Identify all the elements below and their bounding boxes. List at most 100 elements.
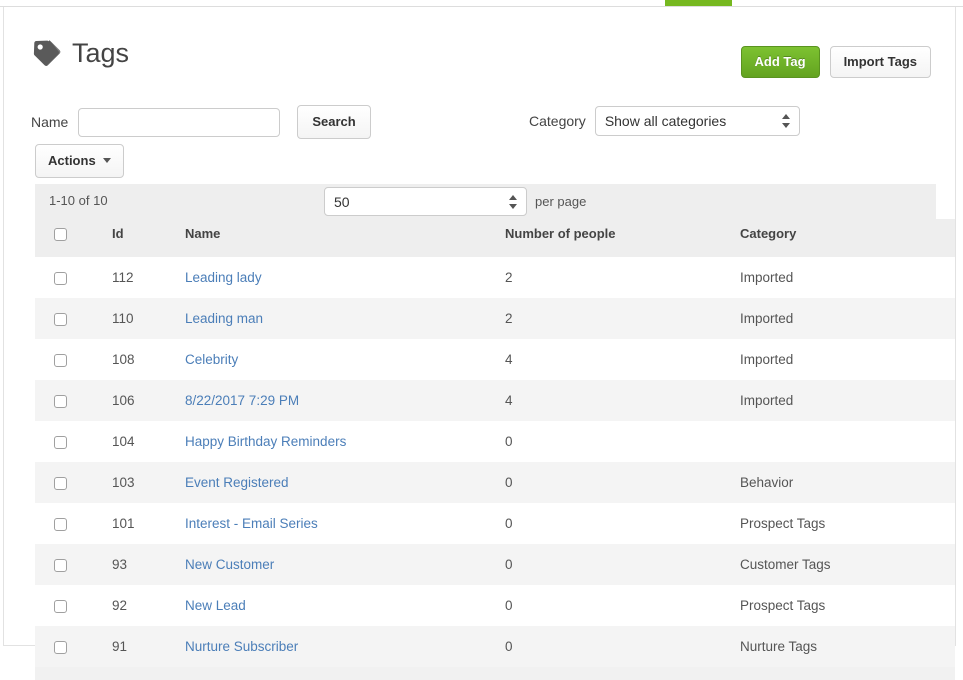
select-all-checkbox[interactable]	[54, 228, 67, 242]
tag-name-link[interactable]: Event Registered	[185, 475, 289, 490]
column-header-id[interactable]: Id	[112, 219, 185, 258]
row-checkbox[interactable]	[54, 559, 67, 572]
cell-name: Happy Birthday Reminders	[185, 421, 505, 462]
row-select-cell	[35, 298, 112, 339]
table-header-row: Id Name Number of people Category	[35, 219, 955, 258]
cell-id: 93	[112, 557, 128, 573]
cell-name: Event Registered	[185, 462, 505, 503]
top-tab-strip	[0, 0, 963, 7]
cell-number-of-people: 0	[505, 434, 513, 450]
tag-name-link[interactable]: Celebrity	[185, 352, 238, 367]
category-filter-group: Category Show all categories	[529, 106, 800, 136]
title-group: Tags	[31, 38, 129, 68]
tag-name-link[interactable]: Leading lady	[185, 270, 262, 285]
row-checkbox[interactable]	[54, 518, 67, 531]
category-select[interactable]: Show all categories	[594, 106, 800, 136]
row-select-cell	[35, 462, 112, 503]
cell-number-of-people: 0	[505, 639, 513, 655]
tag-name-link[interactable]: Leading man	[185, 311, 263, 326]
cell-category: Prospect Tags	[740, 516, 826, 532]
page-title: Tags	[72, 38, 130, 68]
cell-id: 101	[112, 516, 135, 532]
cell-name: New Lead	[185, 585, 505, 626]
import-tags-button[interactable]: Import Tags	[829, 46, 931, 78]
row-checkbox[interactable]	[54, 313, 67, 326]
row-select-cell	[35, 626, 112, 667]
column-header-people[interactable]: Number of people	[505, 219, 740, 258]
table-body: 112 Leading lady 2 Imported 110 Leading man 2 I…	[35, 257, 955, 680]
select-all-header	[35, 219, 112, 258]
cell-name: Nurture Subscriber	[185, 626, 505, 667]
cell-id: 106	[112, 393, 135, 409]
cell-number-of-people: 4	[505, 352, 513, 368]
tag-name-link[interactable]: New Customer	[185, 557, 274, 572]
cell-category	[740, 421, 955, 462]
cell-category: Nurture Tags	[740, 639, 818, 655]
active-tab-indicator[interactable]	[665, 0, 732, 6]
row-checkbox[interactable]	[54, 436, 67, 449]
tag-icon	[31, 39, 61, 67]
column-header-name[interactable]: Name	[185, 219, 505, 258]
cell-category: Customer Tags	[740, 557, 831, 573]
row-select-cell	[35, 585, 112, 626]
table-row: 108 Celebrity 4 Imported	[35, 339, 955, 381]
chevron-updown-icon	[781, 113, 791, 129]
category-label: Category	[529, 113, 586, 129]
cell-id: 108	[112, 352, 135, 368]
row-checkbox[interactable]	[54, 395, 67, 408]
add-tag-button[interactable]: Add Tag	[740, 46, 820, 78]
chevron-updown-icon	[509, 194, 518, 210]
row-checkbox[interactable]	[54, 600, 67, 613]
table-footer-strip	[35, 667, 955, 680]
cell-name: Leading man	[185, 298, 505, 339]
per-page-label: per page	[535, 194, 587, 209]
chevron-down-icon	[102, 158, 111, 163]
tag-name-link[interactable]: Happy Birthday Reminders	[185, 434, 346, 449]
cell-name: Celebrity	[185, 339, 505, 380]
cell-category: Imported	[740, 393, 794, 409]
per-page-group: 50 per page	[324, 187, 586, 216]
result-count: 1-10 of 10	[49, 193, 108, 208]
search-button[interactable]: Search	[297, 105, 371, 139]
tag-name-link[interactable]: Nurture Subscriber	[185, 639, 298, 654]
content-panel: Tags Add Tag Import Tags Name Search Cat…	[3, 7, 956, 680]
column-header-category[interactable]: Category	[740, 219, 955, 258]
cell-category: Imported	[740, 352, 794, 368]
tags-table-container: 1-10 of 10 50 per page Id Name Number of…	[35, 184, 955, 680]
page-header: Tags Add Tag Import Tags	[31, 38, 931, 84]
row-select-cell	[35, 339, 112, 380]
table-row: 110 Leading man 2 Imported	[35, 298, 955, 340]
table-row: 104 Happy Birthday Reminders 0	[35, 421, 955, 463]
cell-number-of-people: 2	[505, 311, 513, 327]
cell-category: Behavior	[740, 475, 794, 491]
row-checkbox[interactable]	[54, 354, 67, 367]
actions-button-label: Actions	[48, 153, 96, 168]
table-row: 106 8/22/2017 7:29 PM 4 Imported	[35, 380, 955, 422]
filter-row: Name Search Category Show all categories	[31, 105, 931, 139]
per-page-value: 50	[334, 194, 350, 210]
cell-category: Imported	[740, 270, 794, 286]
tag-name-link[interactable]: New Lead	[185, 598, 246, 613]
row-select-cell	[35, 380, 112, 421]
search-name-input[interactable]	[78, 107, 281, 137]
cell-id: 104	[112, 434, 135, 450]
row-checkbox[interactable]	[54, 272, 67, 285]
cell-category: Prospect Tags	[740, 598, 826, 614]
cell-id: 110	[112, 311, 134, 327]
tag-name-link[interactable]: 8/22/2017 7:29 PM	[185, 393, 299, 408]
table-row: 93 New Customer 0 Customer Tags	[35, 544, 955, 586]
row-checkbox[interactable]	[54, 477, 67, 490]
actions-button[interactable]: Actions	[35, 144, 124, 178]
header-actions: Add Tag Import Tags	[740, 46, 931, 78]
cell-id: 112	[112, 270, 134, 286]
tags-table: Id Name Number of people Category 112 Lea…	[35, 219, 955, 680]
name-filter-group: Name Search	[31, 105, 371, 139]
tag-name-link[interactable]: Interest - Email Series	[185, 516, 318, 531]
per-page-select[interactable]: 50	[324, 187, 527, 216]
cell-name: Leading lady	[185, 257, 505, 298]
cell-name: 8/22/2017 7:29 PM	[185, 380, 505, 421]
table-row: 112 Leading lady 2 Imported	[35, 257, 955, 299]
table-footer-cell	[35, 667, 955, 680]
cell-number-of-people: 0	[505, 598, 513, 614]
row-checkbox[interactable]	[54, 641, 67, 654]
